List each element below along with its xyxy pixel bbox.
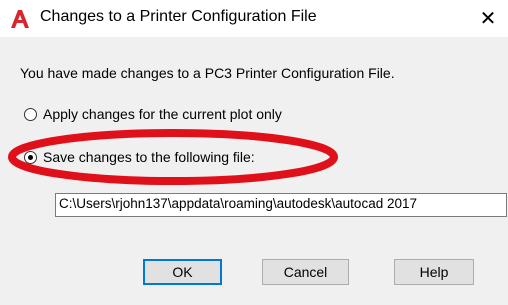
close-button[interactable]: ✕ xyxy=(468,0,508,36)
radio-button-unchecked[interactable] xyxy=(24,107,37,121)
title-bar: Changes to a Printer Configuration File … xyxy=(0,0,508,37)
radio-save-to-file[interactable]: Save changes to the following file: xyxy=(24,149,255,165)
radio-label-apply: Apply changes for the current plot only xyxy=(43,106,282,122)
ok-button[interactable]: OK xyxy=(143,259,222,285)
close-icon: ✕ xyxy=(479,7,497,30)
cancel-button[interactable]: Cancel xyxy=(262,259,349,285)
printer-config-dialog: Changes to a Printer Configuration File … xyxy=(0,0,508,305)
radio-button-checked[interactable] xyxy=(24,150,37,164)
message-text: You have made changes to a PC3 Printer C… xyxy=(20,65,395,81)
radio-apply-current-plot[interactable]: Apply changes for the current plot only xyxy=(24,106,282,122)
window-title: Changes to a Printer Configuration File xyxy=(40,8,317,25)
file-path-input[interactable]: C:\Users\rjohn137\appdata\roaming\autode… xyxy=(55,193,507,217)
help-button[interactable]: Help xyxy=(394,259,474,285)
radio-label-save: Save changes to the following file: xyxy=(43,149,255,165)
autocad-logo-icon xyxy=(11,10,29,28)
